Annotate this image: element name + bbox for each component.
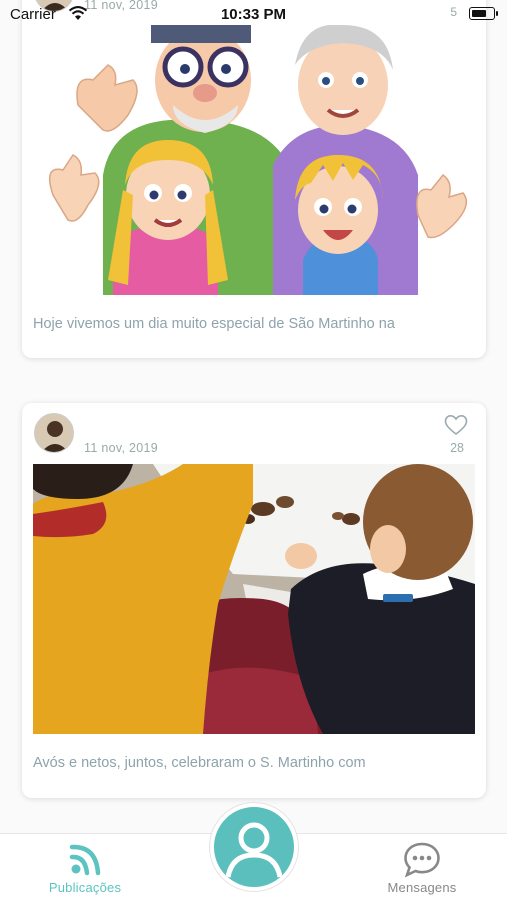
rss-feed-icon (69, 844, 101, 876)
tab-publicacoes[interactable]: Publicações (20, 840, 150, 895)
post-caption: Avós e netos, juntos, celebraram o S. Ma… (33, 755, 366, 771)
profile-button[interactable] (210, 803, 298, 891)
post-image[interactable] (33, 464, 475, 734)
battery-level (472, 10, 486, 17)
tab-label: Mensagens (387, 880, 457, 895)
post-caption: Hoje vivemos um dia muito especial de Sã… (33, 316, 395, 332)
battery-icon (469, 7, 498, 20)
status-badge: 5 (450, 5, 457, 19)
chat-bubble-icon (404, 842, 440, 878)
like-count: 28 (450, 441, 464, 455)
status-bar: Carrier 10:33 PM 5 (0, 0, 507, 30)
post-card[interactable]: 11 nov, 2019 Hoje vivemos um dia muito e… (22, 0, 486, 358)
user-icon (225, 822, 283, 878)
heart-icon[interactable] (444, 414, 468, 436)
clock: 10:33 PM (220, 6, 287, 23)
post-card[interactable]: 11 nov, 2019 28 Avós e netos, juntos, ce… (22, 403, 486, 798)
post-header: 11 nov, 2019 28 (22, 403, 486, 463)
publications-feed[interactable]: 11 nov, 2019 Hoje vivemos um dia muito e… (0, 0, 507, 833)
tab-mensagens[interactable]: Mensagens (357, 840, 487, 895)
tab-label: Publicações (48, 880, 122, 895)
post-image[interactable] (33, 25, 475, 295)
post-date: 11 nov, 2019 (84, 441, 159, 455)
author-avatar[interactable] (34, 413, 74, 453)
